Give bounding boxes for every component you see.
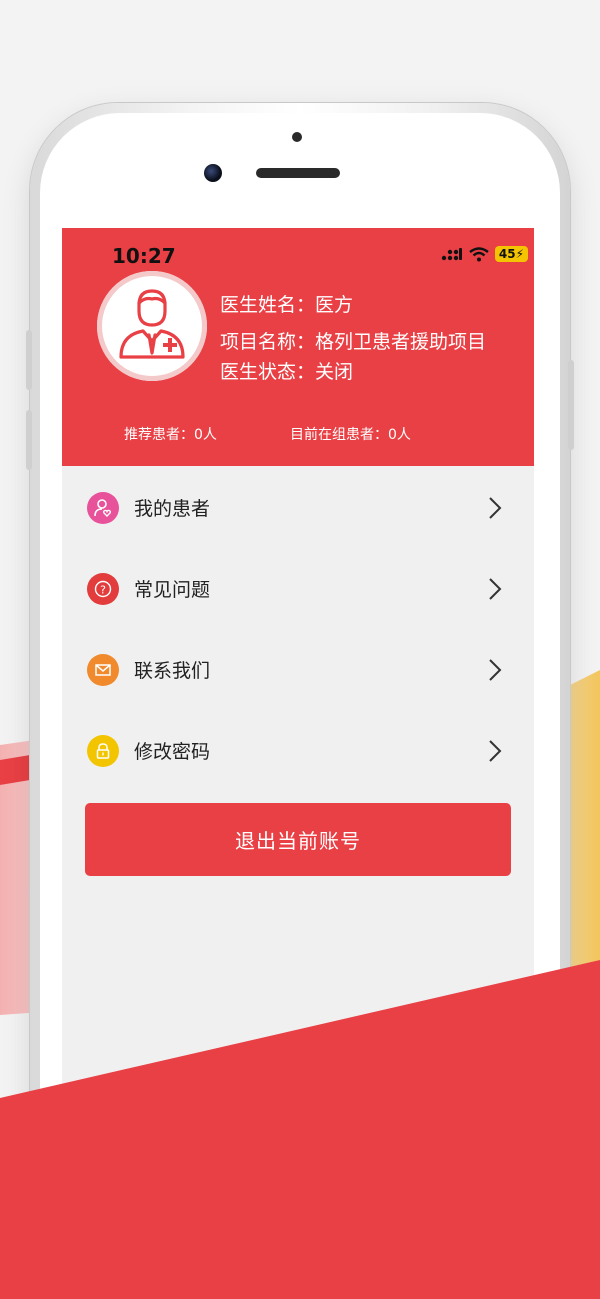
status-icons: 45⚡ bbox=[441, 246, 528, 262]
doctor-status-row: 医生状态：关闭 bbox=[220, 357, 353, 384]
project-name-value: 格列卫患者援助项目 bbox=[315, 331, 487, 353]
menu-label: 我的患者 bbox=[134, 498, 211, 520]
battery-indicator: 45⚡ bbox=[494, 246, 528, 262]
mail-icon bbox=[87, 654, 119, 686]
project-name-row: 项目名称：格列卫患者援助项目 bbox=[220, 327, 486, 354]
question-icon: ? bbox=[87, 573, 119, 605]
doctor-icon bbox=[119, 289, 185, 359]
chevron-right-icon bbox=[489, 740, 502, 762]
menu-label: 修改密码 bbox=[134, 741, 211, 763]
menu-label: 联系我们 bbox=[134, 660, 211, 682]
menu-list: 我的患者 ? 常见问题 联系我们 修改密码 bbox=[62, 468, 534, 792]
chevron-right-icon bbox=[489, 578, 502, 600]
project-name-label: 项目名称： bbox=[220, 331, 316, 353]
front-camera bbox=[204, 164, 222, 182]
lock-icon bbox=[87, 735, 119, 767]
proximity-sensor bbox=[292, 132, 302, 142]
doctor-status-value: 关闭 bbox=[315, 361, 354, 383]
volume-down-button bbox=[26, 410, 32, 470]
earpiece-speaker bbox=[256, 168, 340, 178]
doctor-status-label: 医生状态： bbox=[220, 361, 316, 383]
signal-icon bbox=[441, 248, 462, 261]
profile-header: 10:27 45⚡ 医生姓名：医方 项目名称：格列卫患者援助项目 医生状态：关闭… bbox=[62, 228, 534, 466]
doctor-name-value: 医方 bbox=[315, 294, 354, 316]
doctor-name-label: 医生姓名： bbox=[220, 294, 316, 316]
patient-icon bbox=[87, 492, 119, 524]
chevron-right-icon bbox=[489, 497, 502, 519]
menu-label: 常见问题 bbox=[134, 579, 211, 601]
wifi-icon bbox=[469, 246, 489, 261]
doctor-avatar bbox=[97, 271, 207, 381]
recommended-patients-count: 推荐患者：0人 bbox=[124, 427, 217, 443]
charging-icon: ⚡ bbox=[515, 247, 524, 261]
volume-up-button bbox=[26, 330, 32, 390]
in-group-patients-count: 目前在组患者：0人 bbox=[290, 427, 411, 443]
menu-item-faq[interactable]: ? 常见问题 bbox=[62, 549, 534, 630]
battery-level: 45 bbox=[498, 247, 516, 261]
chevron-right-icon bbox=[489, 659, 502, 681]
menu-item-my-patients[interactable]: 我的患者 bbox=[62, 468, 534, 549]
status-time: 10:27 bbox=[112, 244, 176, 268]
doctor-name-row: 医生姓名：医方 bbox=[220, 290, 353, 317]
power-button bbox=[568, 360, 574, 450]
menu-item-contact-us[interactable]: 联系我们 bbox=[62, 630, 534, 711]
svg-text:?: ? bbox=[100, 584, 106, 597]
menu-item-change-password[interactable]: 修改密码 bbox=[62, 711, 534, 792]
app-screen: 10:27 45⚡ 医生姓名：医方 项目名称：格列卫患者援助项目 医生状态：关闭… bbox=[62, 228, 534, 1108]
logout-button[interactable]: 退出当前账号 bbox=[85, 803, 511, 876]
